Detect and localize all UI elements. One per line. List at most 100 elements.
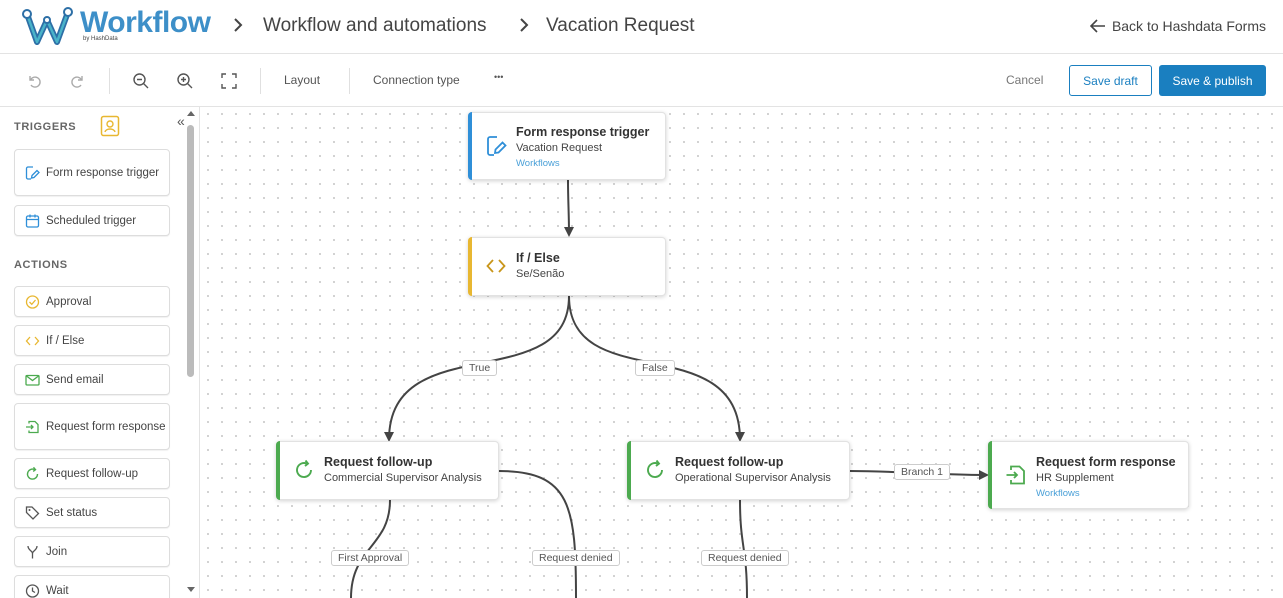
- palette-label: Send email: [46, 373, 104, 386]
- palette-approval[interactable]: Approval: [14, 286, 170, 317]
- form-edit-icon: [485, 135, 507, 157]
- palette-label: Join: [46, 545, 68, 558]
- edge-label-request-denied[interactable]: Request denied: [701, 550, 789, 566]
- edge-label-first-approval[interactable]: First Approval: [331, 550, 410, 566]
- form-import-icon: [25, 419, 40, 434]
- arrow-left-icon: [1089, 19, 1105, 33]
- palette-request-form-response[interactable]: Request form response: [14, 403, 170, 450]
- form-import-icon: [1005, 464, 1027, 486]
- refresh-icon: [293, 459, 315, 481]
- palette-label: Set status: [46, 506, 98, 519]
- node-title: Form response trigger: [516, 125, 650, 139]
- edge-request-denied-1[interactable]: [498, 470, 577, 598]
- node-link[interactable]: Workflows: [1036, 488, 1080, 499]
- node-subtitle: Vacation Request: [516, 142, 603, 154]
- edge-request-denied-2[interactable]: [739, 499, 748, 598]
- node-title: Request follow-up: [675, 455, 784, 469]
- edge-trigger-to-ifelse[interactable]: [563, 179, 574, 237]
- layout-button[interactable]: Layout: [284, 73, 320, 87]
- undo-icon[interactable]: [24, 71, 44, 91]
- cancel-button[interactable]: Cancel: [1006, 73, 1043, 87]
- actions-heading: ACTIONS: [14, 259, 68, 271]
- palette-label: Request follow-up: [46, 467, 139, 480]
- node-accent-bar: [627, 441, 631, 500]
- save-draft-button[interactable]: Save draft: [1069, 65, 1152, 96]
- palette-label: Request form response: [46, 420, 166, 433]
- node-form-response-trigger[interactable]: Form response trigger Vacation Request W…: [468, 112, 666, 180]
- node-title: Request follow-up: [324, 455, 433, 469]
- redo-icon[interactable]: [68, 71, 88, 91]
- node-subtitle: Commercial Supervisor Analysis: [324, 472, 482, 484]
- zoom-out-icon[interactable]: [131, 71, 151, 91]
- node-title: If / Else: [516, 251, 560, 265]
- breadcrumb-current: Vacation Request: [546, 15, 695, 36]
- palette-wait[interactable]: Wait: [14, 575, 170, 598]
- refresh-icon: [644, 459, 666, 481]
- breadcrumb-workflows[interactable]: Workflow and automations: [263, 15, 487, 37]
- palette-set-status[interactable]: Set status: [14, 497, 170, 528]
- node-accent-bar: [276, 441, 280, 500]
- toolbar-divider: [260, 68, 261, 94]
- toolbar-divider: [109, 68, 110, 94]
- workflow-edges: [350, 179, 989, 598]
- form-edit-icon: [25, 165, 40, 180]
- save-publish-button[interactable]: Save & publish: [1159, 65, 1266, 96]
- edge-label-request-denied[interactable]: Request denied: [532, 550, 620, 566]
- scroll-down-arrow-icon[interactable]: [187, 587, 195, 592]
- node-request-follow-up-operational[interactable]: Request follow-up Operational Supervisor…: [627, 441, 850, 500]
- node-link[interactable]: Workflows: [516, 158, 560, 169]
- node-request-form-response[interactable]: Request form response HR Supplement Work…: [988, 441, 1189, 509]
- contact-card-icon[interactable]: [100, 115, 120, 142]
- palette-label: Approval: [46, 295, 92, 308]
- workflow-logo[interactable]: Workflow by HashData: [22, 6, 212, 48]
- more-options-icon[interactable]: •••: [494, 72, 503, 82]
- palette-scheduled-trigger[interactable]: Scheduled trigger: [14, 205, 170, 236]
- node-if-else[interactable]: If / Else Se/Senão: [468, 237, 666, 296]
- palette-label: Scheduled trigger: [46, 214, 137, 227]
- node-accent-bar: [468, 112, 472, 180]
- node-subtitle: Se/Senão: [516, 268, 565, 280]
- workflow-canvas[interactable]: Form response trigger Vacation Request W…: [201, 107, 1283, 598]
- tag-icon: [25, 505, 40, 520]
- palette-if-else[interactable]: If / Else: [14, 325, 170, 356]
- toolbar-divider: [349, 68, 350, 94]
- palette-label: Form response trigger: [46, 166, 160, 179]
- palette-request-follow-up[interactable]: Request follow-up: [14, 458, 170, 489]
- node-accent-bar: [988, 441, 992, 509]
- edge-label-branch1[interactable]: Branch 1: [894, 464, 951, 480]
- sidebar-scrollbar-thumb[interactable]: [187, 125, 194, 377]
- refresh-icon: [25, 466, 40, 481]
- code-brackets-icon: [485, 255, 507, 277]
- workflow-logo-icon: [22, 7, 73, 45]
- mail-icon: [25, 372, 40, 387]
- back-to-forms-link[interactable]: Back to Hashdata Forms: [1089, 18, 1266, 34]
- palette-form-response-trigger[interactable]: Form response trigger: [14, 149, 170, 196]
- node-title: Request form response: [1036, 455, 1176, 469]
- edge-label-true[interactable]: True: [462, 360, 498, 376]
- palette-label: Wait: [46, 584, 69, 597]
- node-palette-sidebar: TRIGGERS « Form response trigger Schedul…: [0, 107, 200, 598]
- palette-send-email[interactable]: Send email: [14, 364, 170, 395]
- scroll-up-arrow-icon[interactable]: [187, 111, 195, 116]
- calendar-icon: [25, 213, 40, 228]
- connection-type-button[interactable]: Connection type: [373, 73, 460, 87]
- node-subtitle: HR Supplement: [1036, 472, 1114, 484]
- code-brackets-icon: [25, 333, 40, 348]
- merge-icon: [25, 544, 40, 559]
- zoom-in-icon[interactable]: [175, 71, 195, 91]
- chevron-right-icon: [232, 15, 244, 40]
- edge-label-false[interactable]: False: [635, 360, 675, 376]
- edge-first-approval[interactable]: [350, 499, 391, 598]
- palette-join[interactable]: Join: [14, 536, 170, 567]
- clock-icon: [25, 583, 40, 598]
- brand-subtitle: by HashData: [83, 36, 118, 42]
- node-accent-bar: [468, 237, 472, 296]
- app-header: Workflow by HashData Workflow and automa…: [0, 0, 1283, 54]
- node-subtitle: Operational Supervisor Analysis: [675, 472, 831, 484]
- fit-screen-icon[interactable]: [219, 71, 239, 91]
- chevron-right-icon: [518, 15, 530, 40]
- back-label: Back to Hashdata Forms: [1111, 18, 1266, 34]
- palette-label: If / Else: [46, 334, 85, 347]
- node-request-follow-up-commercial[interactable]: Request follow-up Commercial Supervisor …: [276, 441, 499, 500]
- collapse-sidebar-icon[interactable]: «: [177, 113, 185, 129]
